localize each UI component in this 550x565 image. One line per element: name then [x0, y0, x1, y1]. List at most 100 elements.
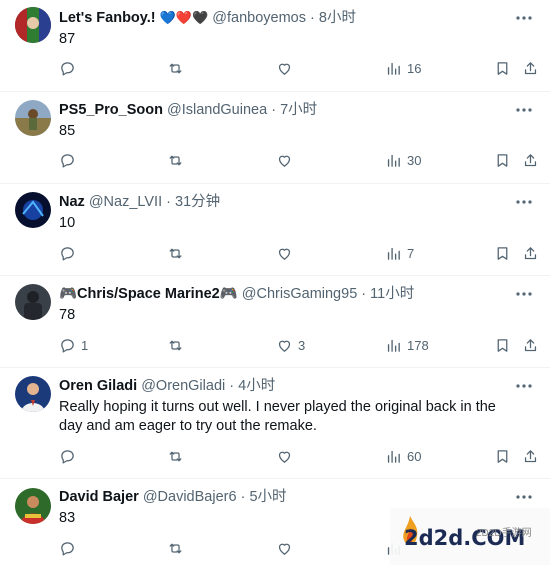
views-button[interactable]: 30	[385, 150, 421, 170]
views-button[interactable]: 7	[385, 243, 414, 263]
more-icon[interactable]	[514, 487, 534, 507]
more-icon[interactable]	[514, 284, 534, 304]
separator: ·	[271, 102, 277, 118]
avatar[interactable]	[15, 488, 51, 524]
share-button[interactable]	[522, 335, 539, 355]
avatar[interactable]	[15, 376, 51, 412]
like-icon	[278, 248, 291, 260]
repost-button[interactable]	[167, 58, 184, 78]
timestamp[interactable]: 31分钟	[175, 194, 220, 210]
share-button[interactable]	[522, 243, 539, 263]
like-button[interactable]	[276, 243, 298, 263]
share-icon	[524, 246, 537, 259]
reply-button[interactable]	[59, 243, 81, 263]
reply-button[interactable]	[59, 446, 81, 466]
repost-button[interactable]	[167, 243, 184, 263]
bookmark-button[interactable]	[494, 243, 511, 263]
like-button[interactable]	[276, 150, 298, 170]
timestamp[interactable]: 5小时	[249, 489, 286, 505]
more-icon[interactable]	[514, 376, 534, 396]
share-icon	[524, 338, 537, 351]
avatar[interactable]	[15, 192, 51, 228]
repost-button[interactable]	[167, 446, 184, 466]
share-button[interactable]	[522, 150, 539, 170]
like-icon	[278, 340, 291, 352]
like-button[interactable]	[276, 446, 298, 466]
separator: ·	[361, 286, 367, 302]
bookmark-icon	[497, 153, 508, 167]
reply-button[interactable]	[59, 538, 81, 558]
views-button[interactable]: 60	[385, 446, 421, 466]
timestamp[interactable]: 7小时	[280, 102, 317, 118]
share-button[interactable]	[522, 58, 539, 78]
display-name[interactable]: David Bajer	[59, 489, 139, 505]
like-button[interactable]: 3	[276, 335, 305, 355]
bookmark-button[interactable]	[494, 58, 511, 78]
repost-button[interactable]	[167, 150, 184, 170]
avatar[interactable]	[15, 100, 51, 136]
name-emojis: 💙❤️🖤	[159, 10, 209, 25]
reply-icon	[61, 246, 74, 261]
tweet-text: 85	[59, 123, 76, 139]
bookmark-icon	[497, 61, 508, 75]
display-name[interactable]: Oren Giladi	[59, 378, 137, 394]
views-button[interactable]: 16	[385, 58, 421, 78]
repost-icon	[169, 451, 182, 461]
bookmark-button[interactable]	[494, 335, 511, 355]
more-icon[interactable]	[514, 8, 534, 28]
timestamp[interactable]: 8小时	[319, 10, 356, 26]
separator: ·	[229, 378, 235, 394]
handle[interactable]: @OrenGiladi	[141, 378, 225, 394]
reply-icon	[61, 61, 74, 76]
tweet-header: Naz @Naz_LVII · 31分钟	[59, 192, 510, 212]
separator: ·	[310, 10, 315, 26]
reply-button[interactable]	[59, 58, 81, 78]
view-count: 7	[407, 245, 415, 261]
avatar[interactable]	[15, 7, 51, 43]
handle[interactable]: @ChrisGaming95	[242, 286, 357, 302]
action-bar: 30	[0, 150, 550, 170]
display-name[interactable]: Naz	[59, 194, 85, 210]
tweet-text: 87	[59, 31, 76, 47]
bookmark-icon	[497, 338, 508, 352]
display-name[interactable]: 🎮Chris/Space Marine2🎮	[59, 286, 238, 302]
tweet-header: 🎮Chris/Space Marine2🎮 @ChrisGaming95 · 1…	[59, 284, 510, 304]
reply-icon	[61, 153, 74, 168]
views-icon	[387, 339, 400, 352]
watermark-site-text: 2D2D手游网	[476, 528, 532, 539]
like-button[interactable]	[276, 538, 298, 558]
handle[interactable]: @fanboyemos	[212, 10, 306, 26]
handle[interactable]: @DavidBajer6	[143, 489, 237, 505]
tweet-text: 10	[59, 215, 76, 231]
repost-button[interactable]	[167, 335, 184, 355]
repost-button[interactable]	[167, 538, 184, 558]
timestamp[interactable]: 4小时	[238, 378, 275, 394]
tweet[interactable]: 🎮Chris/Space Marine2🎮 @ChrisGaming95 · 1…	[0, 276, 550, 368]
tweet[interactable]: Naz @Naz_LVII · 31分钟 10 7	[0, 184, 550, 276]
repost-icon	[169, 340, 182, 350]
tweet[interactable]: Oren Giladi @OrenGiladi · 4小时 Really hop…	[0, 368, 550, 479]
like-icon	[278, 63, 291, 75]
reply-count: 1	[81, 337, 89, 353]
bookmark-button[interactable]	[494, 446, 511, 466]
tweet-header: PS5_Pro_Soon @IslandGuinea · 7小时	[59, 100, 510, 120]
handle[interactable]: @IslandGuinea	[167, 102, 267, 118]
more-icon[interactable]	[514, 192, 534, 212]
reply-button[interactable]	[59, 150, 81, 170]
avatar[interactable]	[15, 284, 51, 320]
repost-icon	[169, 63, 182, 73]
display-name[interactable]: PS5_Pro_Soon	[59, 102, 163, 118]
like-icon	[278, 155, 291, 167]
reply-button[interactable]: 1	[59, 335, 88, 355]
like-button[interactable]	[276, 58, 298, 78]
display-name[interactable]: Let's Fanboy.!	[59, 10, 156, 26]
timestamp[interactable]: 11小时	[370, 286, 414, 302]
bookmark-button[interactable]	[494, 150, 511, 170]
more-icon[interactable]	[514, 100, 534, 120]
tweet[interactable]: PS5_Pro_Soon @IslandGuinea · 7小时 85 30	[0, 92, 550, 184]
views-button[interactable]: 178	[385, 335, 429, 355]
share-button[interactable]	[522, 446, 539, 466]
share-icon	[524, 61, 537, 74]
handle[interactable]: @Naz_LVII	[89, 194, 162, 210]
tweet[interactable]: Let's Fanboy.! 💙❤️🖤 @fanboyemos · 8小时 87	[0, 0, 550, 92]
